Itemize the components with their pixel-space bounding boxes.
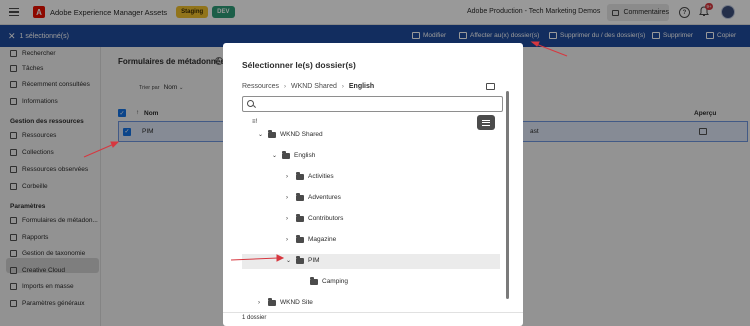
annotation-arrows (83, 41, 568, 262)
